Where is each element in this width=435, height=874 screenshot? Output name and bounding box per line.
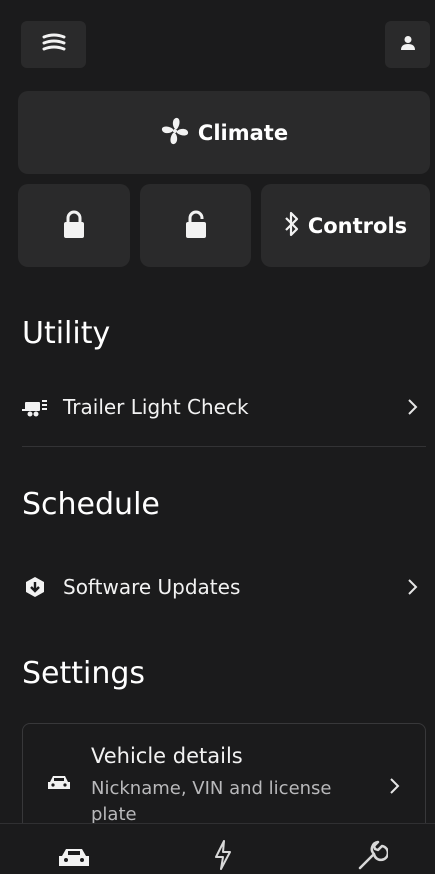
- stacked-lines-icon: [41, 33, 67, 57]
- fan-icon: [160, 116, 190, 150]
- controls-label: Controls: [307, 213, 408, 238]
- controls-button[interactable]: Controls: [261, 184, 430, 267]
- software-updates-label: Software Updates: [63, 575, 241, 599]
- profile-button[interactable]: [385, 21, 430, 68]
- utility-heading: Utility: [22, 316, 111, 351]
- trailer-icon: [22, 394, 48, 420]
- climate-label: Climate: [197, 120, 289, 145]
- unlock-icon: [184, 209, 208, 243]
- menu-button[interactable]: [21, 21, 86, 68]
- bluetooth-icon: [284, 209, 300, 243]
- schedule-heading: Schedule: [22, 487, 160, 522]
- settings-heading: Settings: [22, 656, 146, 691]
- trailer-light-check-label: Trailer Light Check: [63, 395, 249, 419]
- chevron-right-icon: [405, 397, 419, 417]
- lock-button[interactable]: [18, 184, 130, 267]
- divider: [22, 446, 426, 447]
- person-icon: [400, 35, 416, 55]
- software-update-icon: [22, 574, 48, 600]
- software-updates-row[interactable]: Software Updates: [0, 567, 435, 607]
- car-icon: [47, 774, 71, 796]
- bottom-nav: [0, 823, 435, 870]
- chevron-right-icon: [405, 577, 419, 597]
- vehicle-details-title: Vehicle details: [91, 744, 243, 768]
- car-icon[interactable]: [58, 846, 90, 874]
- trailer-light-check-row[interactable]: Trailer Light Check: [0, 387, 435, 427]
- unlock-button[interactable]: [140, 184, 251, 267]
- vehicle-details-subtitle: Nickname, VIN and license plate: [91, 778, 332, 825]
- chevron-right-icon: [387, 776, 401, 800]
- lock-icon: [62, 209, 86, 243]
- climate-button[interactable]: Climate: [18, 91, 430, 174]
